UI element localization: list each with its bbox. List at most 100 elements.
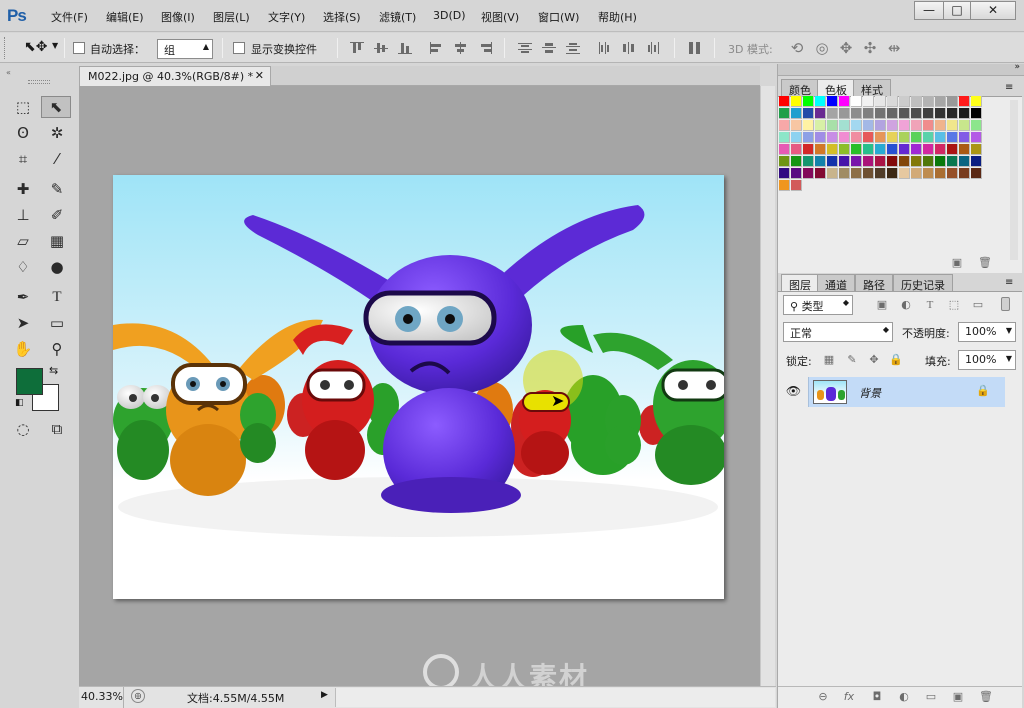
swatch[interactable] — [959, 108, 970, 119]
swatch[interactable] — [947, 168, 958, 179]
type-tool-icon[interactable]: T — [45, 286, 69, 308]
swatch[interactable] — [791, 156, 802, 167]
swatch[interactable] — [875, 156, 886, 167]
swatch[interactable] — [815, 144, 826, 155]
lock-transparent-icon[interactable]: ▦ — [822, 353, 836, 367]
layers-panel-menu-icon[interactable]: ≡ — [1005, 277, 1013, 288]
swatch[interactable] — [935, 156, 946, 167]
swatch[interactable] — [863, 132, 874, 143]
swatch[interactable] — [899, 144, 910, 155]
swatch[interactable] — [827, 108, 838, 119]
align-hcenter-icon[interactable] — [454, 42, 468, 54]
3d-pan-icon[interactable]: ✥ — [838, 40, 854, 56]
canvas-area[interactable]: ➤ 人人素材 — [79, 86, 760, 694]
eraser-tool-icon[interactable]: ▱ — [11, 230, 35, 252]
swatch[interactable] — [959, 168, 970, 179]
swatch[interactable] — [863, 120, 874, 131]
swatch[interactable] — [887, 96, 898, 107]
tab-styles[interactable]: 样式 — [853, 79, 891, 97]
swatch[interactable] — [791, 96, 802, 107]
swatch[interactable] — [971, 132, 982, 143]
swatch[interactable] — [935, 132, 946, 143]
swatch[interactable] — [923, 120, 934, 131]
swatch[interactable] — [959, 156, 970, 167]
swatch[interactable] — [911, 144, 922, 155]
mask-icon[interactable]: ◘ — [870, 690, 884, 704]
swatch[interactable] — [899, 132, 910, 143]
swatch[interactable] — [947, 156, 958, 167]
swatch[interactable] — [779, 156, 790, 167]
status-info-icon[interactable]: ◎ — [131, 689, 145, 703]
distribute-left-icon[interactable] — [598, 42, 612, 54]
menu-filter[interactable]: 滤镜(T) — [379, 9, 416, 25]
menu-image[interactable]: 图像(I) — [161, 9, 195, 25]
swatch[interactable] — [803, 108, 814, 119]
menu-type[interactable]: 文字(Y) — [268, 9, 305, 25]
swatch[interactable] — [827, 132, 838, 143]
path-selection-tool-icon[interactable]: ➤ — [11, 312, 35, 334]
layer-row[interactable]: 👁 背景 🔒 — [779, 377, 1005, 407]
swatch[interactable] — [851, 96, 862, 107]
new-layer-icon[interactable]: ▣ — [951, 690, 965, 704]
swatch[interactable] — [851, 132, 862, 143]
layer-kind-filter[interactable]: ⚲ 类型 ◆ — [783, 295, 853, 315]
swatch[interactable] — [935, 120, 946, 131]
swatch[interactable] — [827, 96, 838, 107]
tab-layers[interactable]: 图层 — [781, 274, 819, 292]
align-top-icon[interactable] — [350, 42, 364, 54]
expand-panels-icon[interactable]: » — [1014, 62, 1020, 72]
swatch[interactable] — [779, 132, 790, 143]
swatch[interactable] — [935, 96, 946, 107]
close-button[interactable]: ✕ — [970, 1, 1016, 20]
swatch[interactable] — [803, 168, 814, 179]
swatch[interactable] — [971, 144, 982, 155]
swatch[interactable] — [911, 96, 922, 107]
swatch[interactable] — [923, 108, 934, 119]
swatch[interactable] — [863, 156, 874, 167]
swatch-panel-menu-icon[interactable]: ≡ — [1005, 82, 1013, 93]
menu-3d[interactable]: 3D(D) — [433, 9, 466, 22]
swatch[interactable] — [863, 96, 874, 107]
filter-type-icon[interactable]: T — [923, 298, 937, 312]
hand-tool-icon[interactable]: ✋ — [11, 338, 35, 360]
swatch[interactable] — [803, 96, 814, 107]
swatch[interactable] — [839, 144, 850, 155]
distribute-top-icon[interactable] — [518, 42, 532, 54]
swatch[interactable] — [947, 96, 958, 107]
swatch[interactable] — [947, 132, 958, 143]
swatch[interactable] — [791, 132, 802, 143]
show-transform-checkbox[interactable] — [233, 42, 245, 54]
swatch[interactable] — [875, 120, 886, 131]
lock-all-icon[interactable]: 🔒 — [889, 353, 903, 367]
maximize-button[interactable]: □ — [943, 1, 971, 20]
swatch[interactable] — [959, 132, 970, 143]
new-swatch-icon[interactable]: ▣ — [950, 256, 964, 270]
swatch[interactable] — [911, 156, 922, 167]
foreground-color-swatch[interactable] — [16, 368, 43, 395]
move-tool-preset-icon[interactable]: ⬉✥ — [24, 39, 47, 55]
swatch[interactable] — [935, 108, 946, 119]
swatch[interactable] — [815, 96, 826, 107]
swatch[interactable] — [887, 156, 898, 167]
auto-select-checkbox[interactable] — [73, 42, 85, 54]
swatch[interactable] — [923, 132, 934, 143]
swatch[interactable] — [899, 96, 910, 107]
eye-icon[interactable]: 👁 — [779, 377, 809, 407]
link-icon[interactable]: ⊖ — [816, 690, 830, 704]
adjustment-icon[interactable]: ◐ — [897, 690, 911, 704]
swatch[interactable] — [791, 168, 802, 179]
blend-mode-dropdown[interactable]: 正常 ◆ — [783, 322, 893, 342]
swatch[interactable] — [779, 96, 790, 107]
vertical-scrollbar[interactable] — [760, 86, 775, 686]
swatch[interactable] — [791, 180, 802, 191]
lasso-tool-icon[interactable]: ʘ — [11, 122, 35, 144]
swatch[interactable] — [815, 108, 826, 119]
filter-pixel-icon[interactable]: ▣ — [875, 298, 889, 312]
menu-file[interactable]: 文件(F) — [51, 9, 88, 25]
swatch[interactable] — [935, 144, 946, 155]
swatch[interactable] — [851, 108, 862, 119]
swatch[interactable] — [923, 144, 934, 155]
filter-toggle[interactable] — [1001, 297, 1010, 311]
trash-icon[interactable]: 🗑 — [978, 256, 992, 270]
distribute-vcenter-icon[interactable] — [542, 42, 556, 54]
